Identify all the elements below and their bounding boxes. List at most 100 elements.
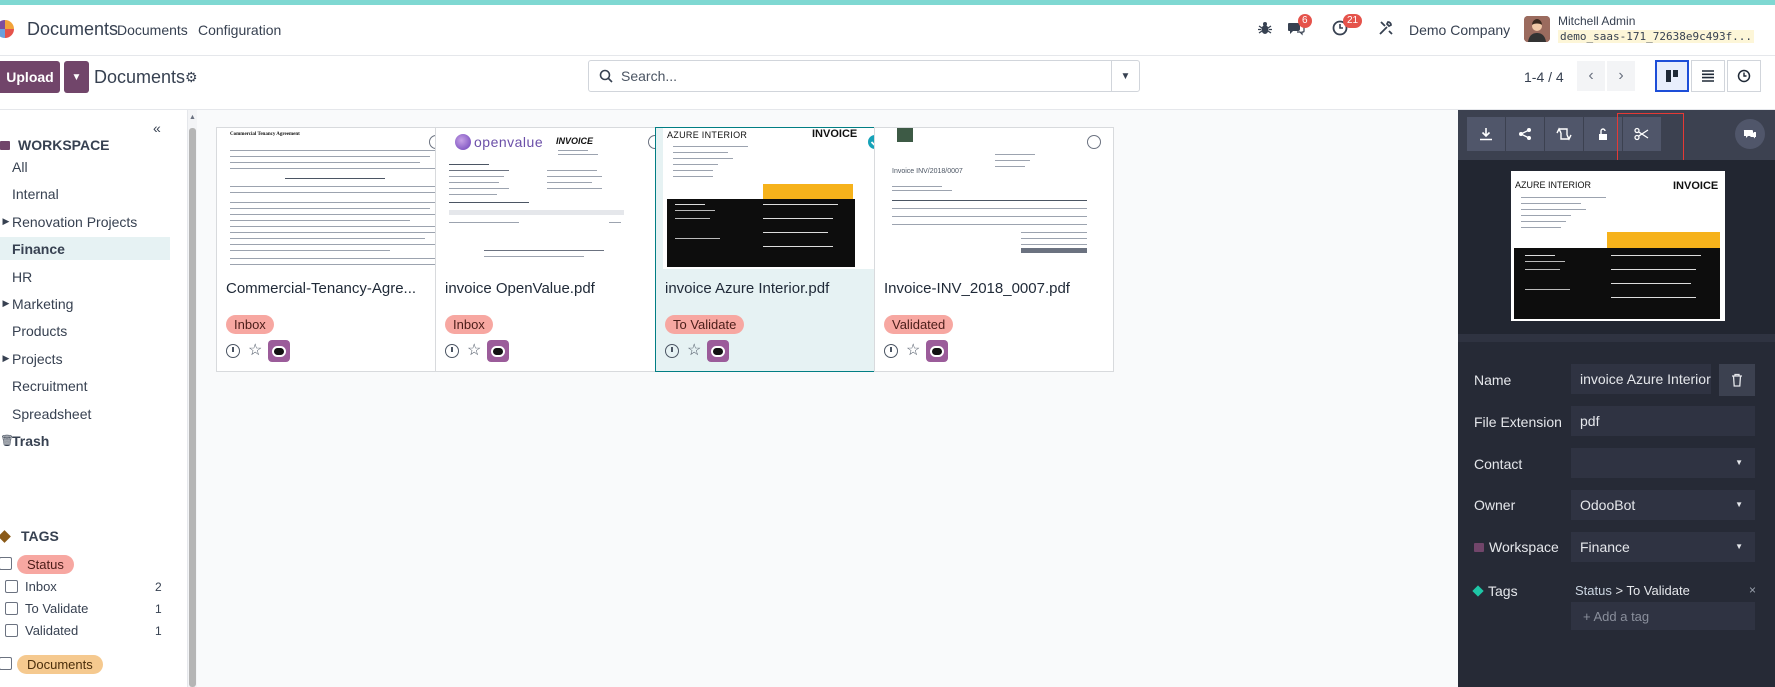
document-card-selected[interactable]: AZURE INTERIOR INVOICE invoice Azure Int… xyxy=(655,127,895,372)
file-extension-field[interactable]: pdf xyxy=(1571,406,1755,436)
upload-button[interactable]: Upload xyxy=(0,61,60,93)
workspace-item-marketing[interactable]: ▶ Marketing xyxy=(0,292,170,315)
company-name[interactable]: Demo Company xyxy=(1409,22,1510,38)
facet-inbox-label[interactable]: Inbox xyxy=(25,579,57,594)
upload-dropdown-toggle[interactable]: ▼ xyxy=(64,61,89,93)
document-inspector: AZURE INTERIOR INVOICE Name invoice Azur… xyxy=(1458,110,1775,687)
company-switch-tools-icon[interactable] xyxy=(1378,20,1398,40)
replace-button[interactable] xyxy=(1545,117,1583,151)
delete-button[interactable] xyxy=(1719,364,1755,396)
search-input[interactable] xyxy=(621,61,1101,91)
add-tag-input[interactable]: + Add a tag xyxy=(1571,602,1755,630)
caret-right-icon[interactable]: ▶ xyxy=(0,216,12,227)
document-preview[interactable]: AZURE INTERIOR INVOICE xyxy=(1511,171,1725,321)
kanban-view-button[interactable] xyxy=(1655,60,1689,92)
activity-clock-icon[interactable] xyxy=(884,344,898,358)
document-card[interactable]: Commercial Tenancy Agreement Commercial-… xyxy=(216,127,456,372)
kanban-icon xyxy=(1666,70,1678,82)
chatter-toggle-button[interactable] xyxy=(1735,119,1765,149)
pager-previous-button[interactable]: ‹ xyxy=(1577,61,1605,91)
pager-next-button[interactable]: › xyxy=(1607,61,1635,91)
document-thumbnail[interactable]: openvalue INVOICE xyxy=(444,128,666,269)
scroll-up-arrow-icon[interactable]: ▲ xyxy=(189,114,196,121)
workspace-item-finance[interactable]: Finance xyxy=(0,237,170,260)
card-title[interactable]: Commercial-Tenancy-Agre... xyxy=(226,280,446,297)
documents-app-icon[interactable] xyxy=(0,20,14,38)
validated-checkbox[interactable] xyxy=(5,624,18,637)
workspace-item-all[interactable]: All xyxy=(0,155,170,178)
caret-down-icon: ▼ xyxy=(1120,70,1131,82)
owner-avatar[interactable] xyxy=(707,340,730,362)
gear-icon[interactable]: ⚙ xyxy=(185,69,198,86)
remove-tag-icon[interactable]: × xyxy=(1749,583,1756,597)
pager-value[interactable]: 1-4 / 4 xyxy=(1524,69,1564,85)
activity-clock-icon[interactable] xyxy=(226,344,240,358)
workspace-item-internal[interactable]: Internal xyxy=(0,182,170,205)
menu-documents[interactable]: Documents xyxy=(117,22,188,38)
facet-validated-label[interactable]: Validated xyxy=(25,623,78,638)
caret-right-icon[interactable]: ▶ xyxy=(0,353,12,364)
star-icon[interactable]: ☆ xyxy=(467,343,481,359)
user-name[interactable]: Mitchell Admin xyxy=(1558,14,1635,28)
share-button[interactable] xyxy=(1506,117,1544,151)
download-button[interactable] xyxy=(1467,117,1505,151)
workspace-item-trash[interactable]: 🗑 Trash xyxy=(0,429,170,452)
messages-icon[interactable]: 6 xyxy=(1287,14,1312,40)
card-actions: ☆ xyxy=(226,340,291,362)
contact-select[interactable]: ▼ xyxy=(1571,448,1755,478)
inbox-checkbox[interactable] xyxy=(5,580,18,593)
thumbnail-company: AZURE INTERIOR xyxy=(667,130,748,140)
owner-avatar[interactable] xyxy=(487,340,510,362)
to-validate-checkbox[interactable] xyxy=(5,602,18,615)
documents-group-pill[interactable]: Documents xyxy=(17,655,103,674)
workspace-item-projects[interactable]: ▶ Projects xyxy=(0,347,170,370)
activity-clock-icon[interactable] xyxy=(665,344,679,358)
owner-avatar[interactable] xyxy=(268,340,291,362)
document-card[interactable]: Invoice INV/2018/0007 Invoice-INV_2018_0… xyxy=(874,127,1114,372)
facet-validated-count: 1 xyxy=(155,624,162,638)
sidebar-scrollbar[interactable]: ▲ xyxy=(188,110,197,687)
workspace-item-products[interactable]: Products xyxy=(0,319,170,342)
activity-view-button[interactable] xyxy=(1727,60,1761,92)
document-card[interactable]: openvalue INVOICE invoice OpenValue.pdf … xyxy=(435,127,675,372)
document-thumbnail[interactable]: AZURE INTERIOR INVOICE xyxy=(663,128,885,269)
activity-clock-icon[interactable] xyxy=(445,344,459,358)
search-icon xyxy=(599,69,613,83)
owner-avatar[interactable] xyxy=(926,340,949,362)
trash-icon: 🗑 xyxy=(0,435,14,447)
workspace-item-spreadsheet[interactable]: Spreadsheet xyxy=(0,402,170,425)
status-group-pill[interactable]: Status xyxy=(17,555,74,574)
card-title[interactable]: invoice Azure Interior.pdf xyxy=(665,280,885,297)
facet-to-validate-label[interactable]: To Validate xyxy=(25,601,88,616)
status-group-checkbox[interactable] xyxy=(0,557,12,570)
debug-bug-icon[interactable] xyxy=(1257,20,1277,40)
star-icon[interactable]: ☆ xyxy=(248,343,262,359)
facet-inbox-count: 2 xyxy=(155,580,162,594)
star-icon[interactable]: ☆ xyxy=(906,343,920,359)
workspace-item-renovation-projects[interactable]: ▶ Renovation Projects xyxy=(0,210,170,233)
caret-down-icon: ▼ xyxy=(1735,458,1743,467)
collapse-sidebar-icon[interactable]: « xyxy=(153,120,161,136)
search-options-toggle[interactable]: ▼ xyxy=(1111,61,1139,91)
menu-configuration[interactable]: Configuration xyxy=(198,22,281,38)
activity-clock-icon[interactable]: 21 xyxy=(1332,14,1363,40)
caret-right-icon[interactable]: ▶ xyxy=(0,298,12,309)
scroll-thumb[interactable] xyxy=(189,128,196,687)
breadcrumb-title: Documents xyxy=(94,67,186,87)
owner-select[interactable]: OdooBot ▼ xyxy=(1571,490,1755,520)
documents-group-checkbox[interactable] xyxy=(0,657,12,670)
star-icon[interactable]: ☆ xyxy=(687,343,701,359)
list-view-button[interactable] xyxy=(1691,60,1725,92)
card-title[interactable]: invoice OpenValue.pdf xyxy=(445,280,665,297)
name-field[interactable]: invoice Azure Interior.pdf xyxy=(1571,364,1711,394)
contact-label: Contact xyxy=(1474,456,1523,472)
card-select-checkbox[interactable] xyxy=(1087,135,1101,149)
app-name[interactable]: Documents xyxy=(27,19,118,40)
document-thumbnail[interactable]: Invoice INV/2018/0007 xyxy=(883,128,1105,269)
user-avatar[interactable] xyxy=(1524,16,1550,42)
workspace-item-recruitment[interactable]: Recruitment xyxy=(0,374,170,397)
workspace-item-hr[interactable]: HR xyxy=(0,265,170,288)
card-title[interactable]: Invoice-INV_2018_0007.pdf xyxy=(884,280,1104,297)
document-thumbnail[interactable]: Commercial Tenancy Agreement xyxy=(225,128,447,269)
workspace-select[interactable]: Finance ▼ xyxy=(1571,532,1755,562)
